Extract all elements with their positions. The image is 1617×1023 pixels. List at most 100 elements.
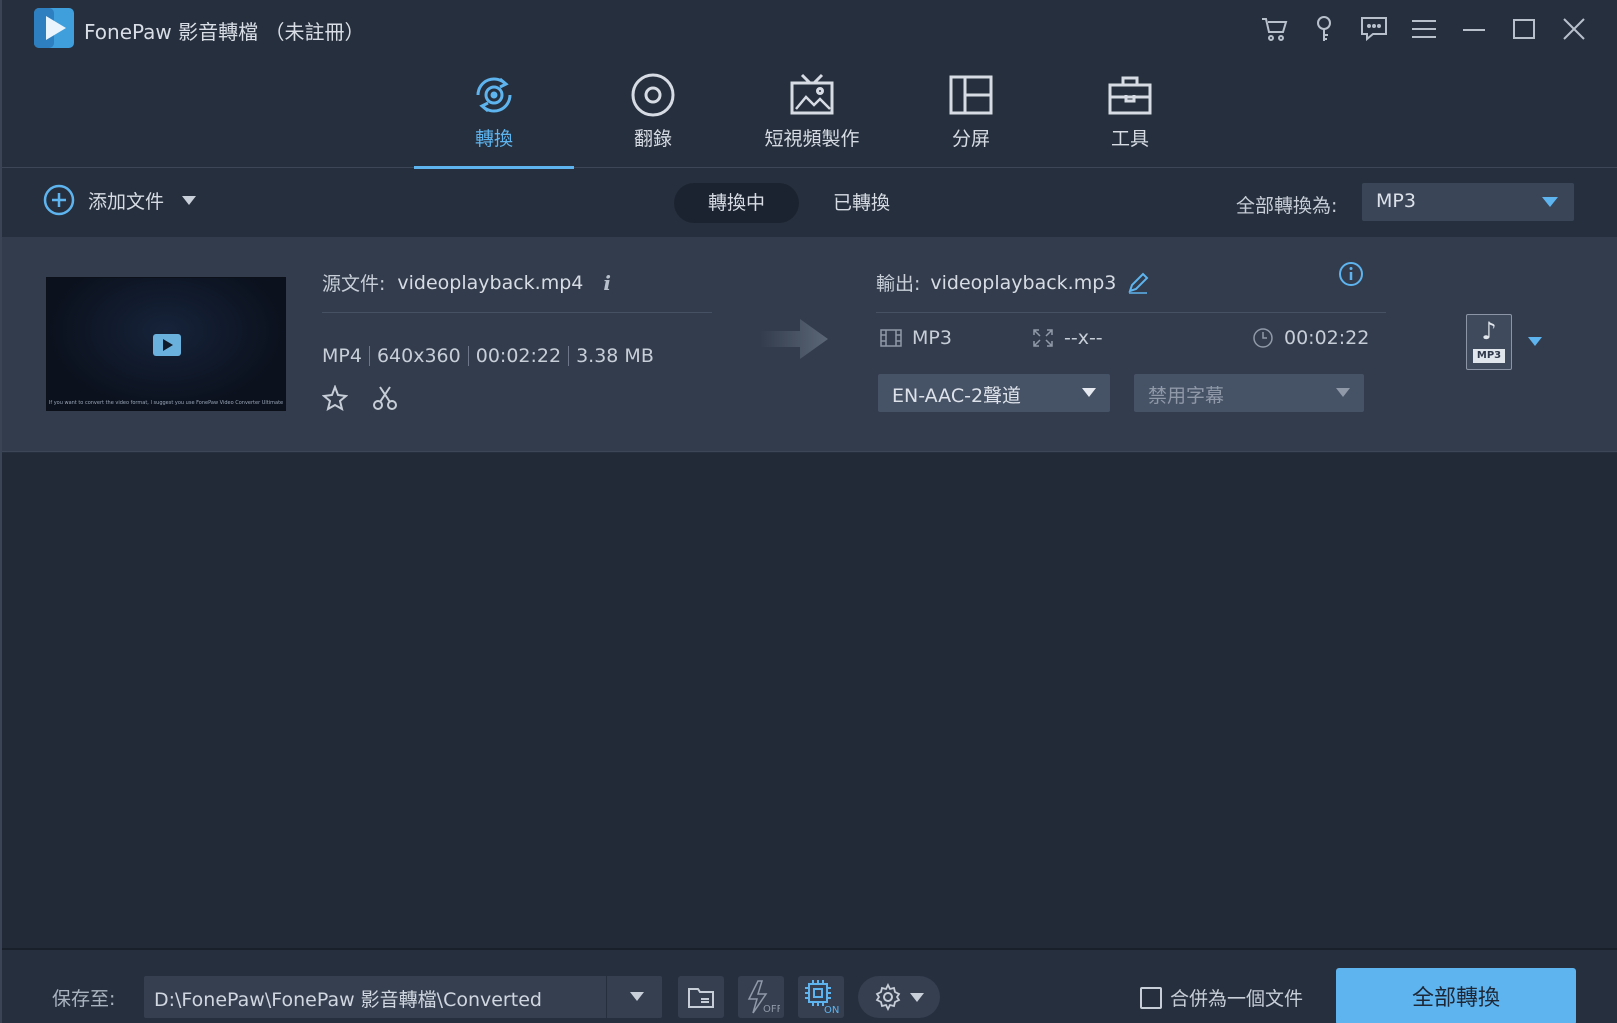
badge-label: MP3 [1473, 349, 1505, 363]
app-window: FonePaw 影音轉檔 （未註冊） 轉換 翻錄 短視頻製作 分屏 工具 添加文… [0, 0, 1617, 1023]
nav-label: 短視頻製作 [764, 128, 860, 150]
app-logo-icon [34, 8, 74, 48]
resize-icon [1033, 329, 1053, 347]
convert-icon [469, 70, 519, 120]
gpu-accel-on-button[interactable]: ON [798, 976, 844, 1018]
output-format-prop: MP3 [880, 327, 952, 349]
clock-icon [1253, 328, 1273, 348]
nav-split-screen[interactable]: 分屏 [891, 70, 1051, 168]
chevron-down-icon [1336, 388, 1350, 397]
open-folder-button[interactable] [678, 976, 724, 1018]
source-metadata: MP4 640x360 00:02:22 3.38 MB [322, 345, 654, 367]
chat-icon[interactable] [1349, 12, 1399, 46]
nav-tools[interactable]: 工具 [1050, 70, 1210, 168]
app-title: FonePaw 影音轉檔 （未註冊） [84, 20, 365, 44]
save-to-label: 保存至: [52, 988, 116, 1010]
output-file-name: videoplayback.mp3 [930, 271, 1117, 294]
output-path-select[interactable]: D:\FonePaw\FonePaw 影音轉檔\Converted [144, 976, 662, 1018]
add-file-label: 添加文件 [88, 190, 165, 213]
output-resolution: --x-- [1064, 327, 1103, 349]
add-file-button[interactable]: 添加文件 [42, 183, 197, 217]
gear-icon [875, 983, 901, 1011]
thumbnail-caption: If you want to convert the video format,… [48, 400, 284, 406]
divider [568, 346, 570, 366]
output-file-line: 輸出: videoplayback.mp3 [876, 269, 1150, 296]
lightning-off-icon: OFF [747, 980, 780, 1015]
chevron-down-icon[interactable] [630, 992, 644, 1001]
toolbox-icon [1105, 70, 1155, 120]
nav-short-video[interactable]: 短視頻製作 [732, 70, 892, 168]
tv-image-icon [787, 70, 837, 120]
merge-option[interactable]: 合併為一個文件 [1140, 984, 1303, 1011]
divider [322, 312, 712, 313]
disc-icon [628, 70, 678, 120]
hardware-accel-off-button[interactable]: OFF [738, 976, 784, 1018]
nav-label: 轉換 [474, 128, 513, 150]
music-note-icon: ♪ [1481, 317, 1497, 345]
settings-button[interactable] [858, 976, 940, 1018]
divider [606, 976, 607, 1018]
video-thumbnail[interactable]: If you want to convert the video format,… [46, 277, 286, 411]
arrow-right-icon [760, 319, 828, 359]
tab-converting[interactable]: 轉換中 [674, 183, 800, 223]
folder-icon [688, 988, 714, 1008]
file-list-empty-area [2, 453, 1617, 948]
file-item: If you want to convert the video format,… [2, 237, 1617, 452]
add-circle-icon [43, 184, 75, 216]
maximize-icon[interactable] [1499, 12, 1549, 46]
key-icon[interactable] [1299, 12, 1349, 46]
audio-track-dropdown[interactable]: EN-AAC-2聲道 [878, 374, 1110, 412]
menu-icon[interactable] [1399, 12, 1449, 46]
output-resolution-prop: --x-- [1032, 327, 1103, 349]
source-duration: 00:02:22 [475, 345, 562, 367]
output-format-badge[interactable]: ♪ MP3 [1466, 314, 1512, 370]
source-format: MP4 [322, 345, 362, 367]
minimize-icon[interactable] [1449, 12, 1499, 46]
chevron-down-icon[interactable] [1528, 337, 1542, 346]
nav-label: 翻錄 [633, 128, 672, 150]
output-duration-prop: 00:02:22 [1252, 327, 1369, 349]
output-path: D:\FonePaw\FonePaw 影音轉檔\Converted [154, 989, 542, 1011]
enhance-star-icon[interactable] [322, 385, 348, 411]
cart-icon[interactable] [1249, 12, 1299, 46]
nav-convert[interactable]: 轉換 [414, 70, 574, 169]
info-circle-icon[interactable] [1338, 261, 1364, 287]
chevron-down-icon [1082, 388, 1096, 397]
tab-converted[interactable]: 已轉換 [799, 183, 924, 223]
audio-track-value: EN-AAC-2聲道 [892, 385, 1022, 407]
convert-all-to-label: 全部轉換為: [1236, 195, 1338, 217]
format-select-value: MP3 [1376, 190, 1416, 212]
output-duration: 00:02:22 [1284, 327, 1370, 349]
title-bar: FonePaw 影音轉檔 （未註冊） [2, 0, 1617, 60]
chip-on-icon: ON [805, 980, 839, 1015]
merge-label: 合併為一個文件 [1170, 988, 1304, 1010]
edit-pencil-icon[interactable] [1126, 271, 1150, 295]
gpu-on-label: ON [824, 1005, 839, 1015]
output-format: MP3 [912, 327, 952, 349]
divider [876, 312, 1386, 313]
chevron-down-icon[interactable] [182, 195, 197, 205]
divider [467, 346, 469, 366]
play-icon[interactable] [153, 334, 181, 356]
convert-all-button[interactable]: 全部轉換 [1336, 968, 1576, 1023]
source-label: 源文件: [322, 273, 386, 295]
subtitle-dropdown[interactable]: 禁用字幕 [1134, 374, 1364, 412]
source-size: 3.38 MB [576, 345, 654, 367]
convert-all-format-select[interactable]: MP3 [1362, 183, 1574, 221]
split-screen-icon [946, 70, 996, 120]
source-file-name: videoplayback.mp4 [397, 271, 584, 294]
nav-label: 工具 [1110, 128, 1149, 150]
bottom-bar: 保存至: D:\FonePaw\FonePaw 影音轉檔\Converted O… [2, 948, 1617, 1023]
close-icon[interactable] [1549, 12, 1599, 46]
chevron-down-icon [910, 992, 924, 1002]
source-resolution: 640x360 [376, 345, 461, 367]
info-icon[interactable]: i [603, 271, 611, 295]
accel-off-label: OFF [763, 1004, 780, 1015]
merge-checkbox[interactable] [1140, 986, 1162, 1009]
nav-label: 分屏 [951, 128, 990, 150]
output-properties: MP3 --x-- 00:02:22 [880, 327, 1370, 357]
scissors-icon[interactable] [372, 385, 398, 411]
source-file-line: 源文件: videoplayback.mp4 i [322, 269, 611, 296]
toolbar: 添加文件 轉換中 已轉換 全部轉換為: MP3 [2, 169, 1617, 237]
nav-rip[interactable]: 翻錄 [573, 70, 733, 168]
